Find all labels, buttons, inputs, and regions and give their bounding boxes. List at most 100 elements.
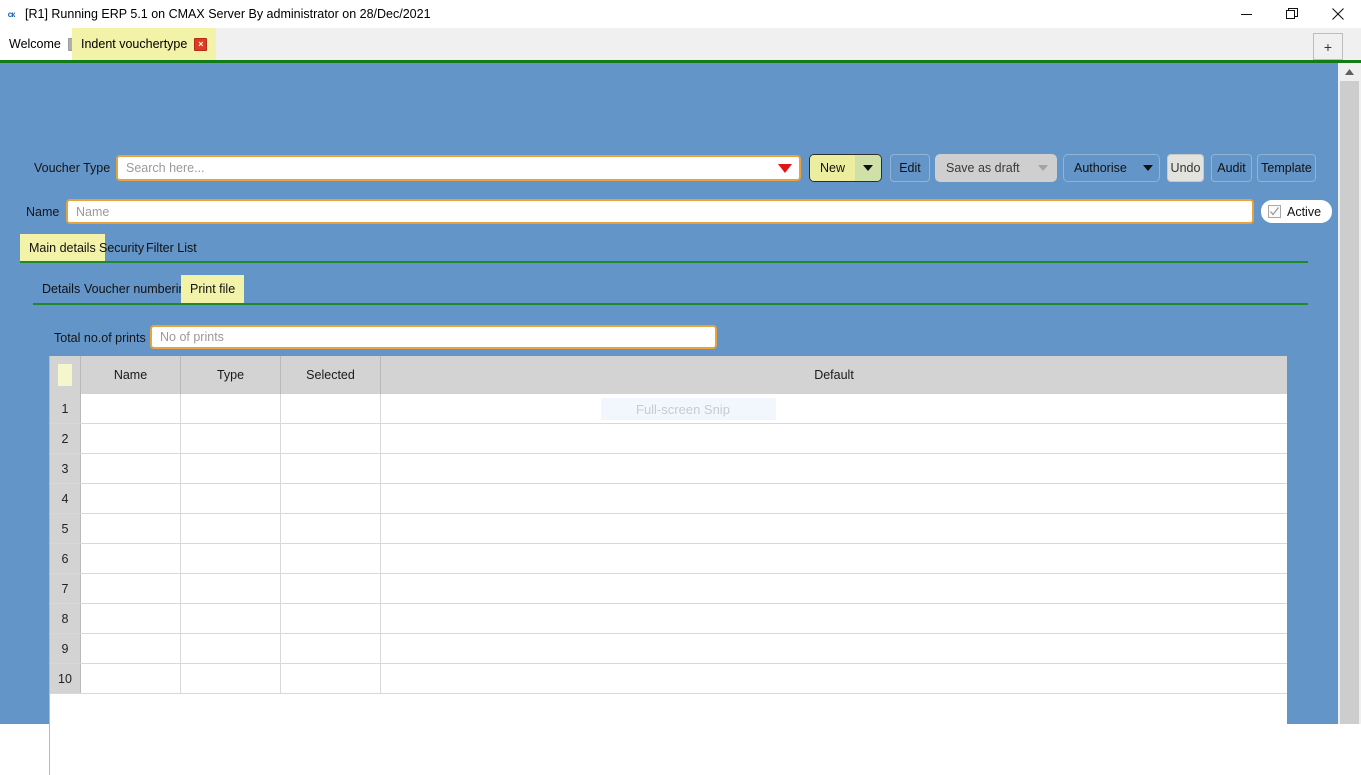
- cell-default[interactable]: [381, 634, 1287, 663]
- grid-header-selected[interactable]: Selected: [281, 356, 381, 394]
- cell-selected[interactable]: [281, 484, 381, 513]
- new-dropdown-arrow-icon[interactable]: [855, 155, 881, 181]
- cell-selected[interactable]: [281, 394, 381, 423]
- close-button[interactable]: [1315, 0, 1361, 28]
- cell-selected[interactable]: [281, 574, 381, 603]
- save-as-draft-button[interactable]: Save as draft: [935, 154, 1057, 182]
- cell-name[interactable]: [81, 544, 181, 573]
- name-field[interactable]: [66, 199, 1254, 224]
- cell-name[interactable]: [81, 514, 181, 543]
- cell-type[interactable]: [181, 544, 281, 573]
- close-icon[interactable]: ×: [194, 37, 208, 51]
- name-input[interactable]: [68, 201, 1252, 222]
- scroll-up-arrow-icon[interactable]: [1338, 63, 1361, 81]
- row-number: 4: [50, 484, 81, 513]
- cell-type[interactable]: [181, 454, 281, 483]
- checkbox-checked-icon[interactable]: [1268, 205, 1281, 218]
- cell-default[interactable]: [381, 484, 1287, 513]
- cell-selected[interactable]: [281, 424, 381, 453]
- cell-default[interactable]: [381, 394, 1287, 423]
- vertical-scrollbar[interactable]: [1338, 63, 1361, 724]
- row-number: 2: [50, 424, 81, 453]
- row-number: 9: [50, 634, 81, 663]
- cell-default[interactable]: [381, 514, 1287, 543]
- tab-print-file[interactable]: Print file: [181, 275, 245, 303]
- minimize-button[interactable]: [1223, 0, 1269, 28]
- cell-default[interactable]: [381, 454, 1287, 483]
- save-as-draft-dropdown-arrow-icon[interactable]: [1029, 155, 1056, 181]
- cell-selected[interactable]: [281, 664, 381, 693]
- document-tab-label: Welcome: [9, 37, 61, 51]
- save-as-draft-label: Save as draft: [936, 155, 1030, 181]
- cell-selected[interactable]: [281, 604, 381, 633]
- tab-filter-list[interactable]: Filter List: [137, 234, 206, 261]
- voucher-type-label: Voucher Type: [34, 161, 111, 175]
- cell-default[interactable]: [381, 604, 1287, 633]
- table-row[interactable]: 2: [50, 424, 1287, 454]
- row-number: 10: [50, 664, 81, 693]
- cell-type[interactable]: [181, 424, 281, 453]
- table-row[interactable]: 4: [50, 484, 1287, 514]
- authorise-button[interactable]: Authorise: [1063, 154, 1160, 182]
- cell-name[interactable]: [81, 604, 181, 633]
- dropdown-arrow-icon[interactable]: [771, 157, 799, 179]
- cell-default[interactable]: [381, 574, 1287, 603]
- grid-header-corner[interactable]: [50, 356, 81, 394]
- cell-name[interactable]: [81, 484, 181, 513]
- cell-name[interactable]: [81, 634, 181, 663]
- window-title: [R1] Running ERP 5.1 on CMAX Server By a…: [25, 7, 431, 21]
- audit-button[interactable]: Audit: [1211, 154, 1252, 182]
- select-all-icon[interactable]: [58, 364, 72, 386]
- scrollbar-thumb[interactable]: [1340, 81, 1359, 724]
- primary-tab-underline: [20, 261, 1308, 263]
- cell-selected[interactable]: [281, 544, 381, 573]
- table-row[interactable]: 3: [50, 454, 1287, 484]
- total-prints-input[interactable]: [152, 327, 715, 347]
- cell-selected[interactable]: [281, 454, 381, 483]
- document-tab-strip: Welcome × Indent vouchertype × +: [0, 28, 1361, 60]
- table-row[interactable]: 1: [50, 394, 1287, 424]
- table-row[interactable]: 6: [50, 544, 1287, 574]
- cell-default[interactable]: [381, 664, 1287, 693]
- voucher-type-search-field[interactable]: [116, 155, 801, 181]
- table-row[interactable]: 10: [50, 664, 1287, 694]
- cell-name[interactable]: [81, 574, 181, 603]
- total-prints-label: Total no.of prints: [54, 331, 146, 345]
- active-checkbox-label: Active: [1287, 204, 1322, 219]
- cell-type[interactable]: [181, 514, 281, 543]
- cell-name[interactable]: [81, 664, 181, 693]
- undo-button[interactable]: Undo: [1167, 154, 1204, 182]
- search-input[interactable]: [118, 157, 771, 179]
- new-button-label: New: [810, 155, 856, 181]
- cell-name[interactable]: [81, 454, 181, 483]
- edit-button[interactable]: Edit: [890, 154, 930, 182]
- cell-type[interactable]: [181, 574, 281, 603]
- cell-type[interactable]: [181, 664, 281, 693]
- cell-type[interactable]: [181, 604, 281, 633]
- cell-default[interactable]: [381, 424, 1287, 453]
- table-row[interactable]: 7: [50, 574, 1287, 604]
- cell-type[interactable]: [181, 394, 281, 423]
- table-row[interactable]: 9: [50, 634, 1287, 664]
- cell-type[interactable]: [181, 634, 281, 663]
- cell-name[interactable]: [81, 394, 181, 423]
- grid-header-name[interactable]: Name: [81, 356, 181, 394]
- cell-selected[interactable]: [281, 634, 381, 663]
- cell-default[interactable]: [381, 544, 1287, 573]
- table-row[interactable]: 5: [50, 514, 1287, 544]
- cell-type[interactable]: [181, 484, 281, 513]
- new-tab-button[interactable]: +: [1313, 33, 1343, 60]
- grid-header-type[interactable]: Type: [181, 356, 281, 394]
- title-bar: ск [R1] Running ERP 5.1 on CMAX Server B…: [0, 0, 1361, 28]
- document-tab-indent-vouchertype[interactable]: Indent vouchertype ×: [72, 28, 217, 60]
- cell-name[interactable]: [81, 424, 181, 453]
- grid-header-default[interactable]: Default: [381, 356, 1287, 394]
- table-row[interactable]: 8: [50, 604, 1287, 634]
- new-button[interactable]: New: [809, 154, 882, 182]
- active-checkbox[interactable]: Active: [1261, 200, 1333, 223]
- total-prints-field[interactable]: [150, 325, 717, 349]
- cell-selected[interactable]: [281, 514, 381, 543]
- template-button[interactable]: Template: [1257, 154, 1316, 182]
- authorise-dropdown-arrow-icon[interactable]: [1137, 155, 1159, 181]
- restore-button[interactable]: [1269, 0, 1315, 28]
